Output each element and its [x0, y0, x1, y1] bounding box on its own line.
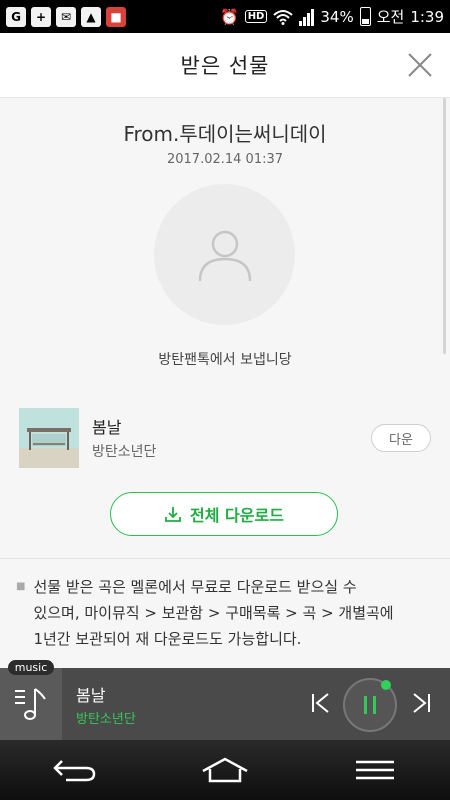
playlist-music-icon [15, 688, 46, 720]
status-bar: G + ✉ ▲ ■ ⏰ HD 34% 오전 1:39 [0, 0, 450, 33]
download-all-button[interactable]: 전체 다운로드 [110, 492, 338, 536]
gift-sender: From.투데이는써니데이 [123, 122, 327, 146]
screen: G + ✉ ▲ ■ ⏰ HD 34% 오전 1:39 받은 선물 From.투데… [0, 0, 450, 800]
person-icon [198, 230, 251, 281]
battery-percent: 34% [320, 7, 354, 26]
email-icon: ✉ [56, 6, 76, 27]
menu-icon [356, 760, 394, 780]
back-button[interactable] [45, 750, 105, 790]
notice-line: 1년간 보관되어 재 다운로드도 가능합니다. [33, 630, 302, 648]
player-song-title: 봄날 [76, 686, 106, 705]
album-art [19, 408, 79, 468]
divider [0, 558, 450, 559]
bullet-icon: ■ [16, 581, 26, 592]
time: 1:39 [410, 7, 444, 26]
pause-icon [364, 696, 376, 714]
progress-dot [381, 680, 391, 690]
download-button[interactable]: 다운 [371, 424, 431, 452]
gift-message: 방탄팬톡에서 보냅니당 [158, 352, 292, 368]
app-notification-icon: G [6, 6, 26, 27]
back-icon [53, 760, 96, 782]
close-icon[interactable] [406, 51, 434, 79]
app-badge-icon: ■ [106, 6, 126, 27]
gift-content[interactable]: From.투데이는써니데이 2017.02.14 01:37 방탄팬톡에서 보냅… [0, 98, 450, 668]
alarm-icon: ⏰ [220, 7, 239, 26]
song-title: 봄날 [92, 418, 122, 437]
song-item[interactable]: 봄날 방탄소년단 다운 [19, 408, 431, 468]
music-tag: music [8, 660, 54, 675]
time-ampm: 오전 [376, 8, 405, 26]
menu-button[interactable] [345, 750, 405, 790]
notice-text: 선물 받은 곡은 멜론에서 무료로 다운로드 받으실 수 있으며, 마이뮤직 >… [33, 574, 393, 652]
home-button[interactable] [195, 750, 255, 790]
hd-icon: HD [244, 10, 268, 23]
notice-line: 있으며, 마이뮤직 > 보관함 > 구매목록 > 곡 > 개별곡에 [33, 604, 394, 622]
song-artist: 방탄소년단 [92, 444, 157, 460]
download-notification-icon: + [31, 6, 51, 27]
pause-button[interactable] [343, 678, 397, 732]
page-title: 받은 선물 [180, 54, 270, 78]
player-artist: 방탄소년단 [76, 712, 136, 727]
next-icon[interactable] [408, 690, 434, 716]
mini-player[interactable]: 봄날 방탄소년단 [0, 668, 450, 740]
gift-date: 2017.02.14 01:37 [166, 152, 284, 167]
download-icon [165, 507, 181, 522]
wifi-icon [273, 9, 294, 25]
notice-line: 선물 받은 곡은 멜론에서 무료로 다운로드 받으실 수 [33, 578, 357, 596]
avatar [154, 184, 295, 325]
notice: ■ 선물 받은 곡은 멜론에서 무료로 다운로드 받으실 수 있으며, 마이뮤직… [16, 574, 426, 652]
image-icon: ▲ [81, 6, 101, 27]
playlist-button[interactable] [0, 668, 62, 740]
signal-icon [299, 8, 315, 26]
home-icon [202, 757, 248, 783]
battery-icon [359, 7, 371, 26]
system-nav-bar [0, 740, 450, 800]
previous-icon[interactable] [308, 690, 334, 716]
download-all-label: 전체 다운로드 [190, 506, 284, 525]
header: 받은 선물 [0, 33, 450, 98]
